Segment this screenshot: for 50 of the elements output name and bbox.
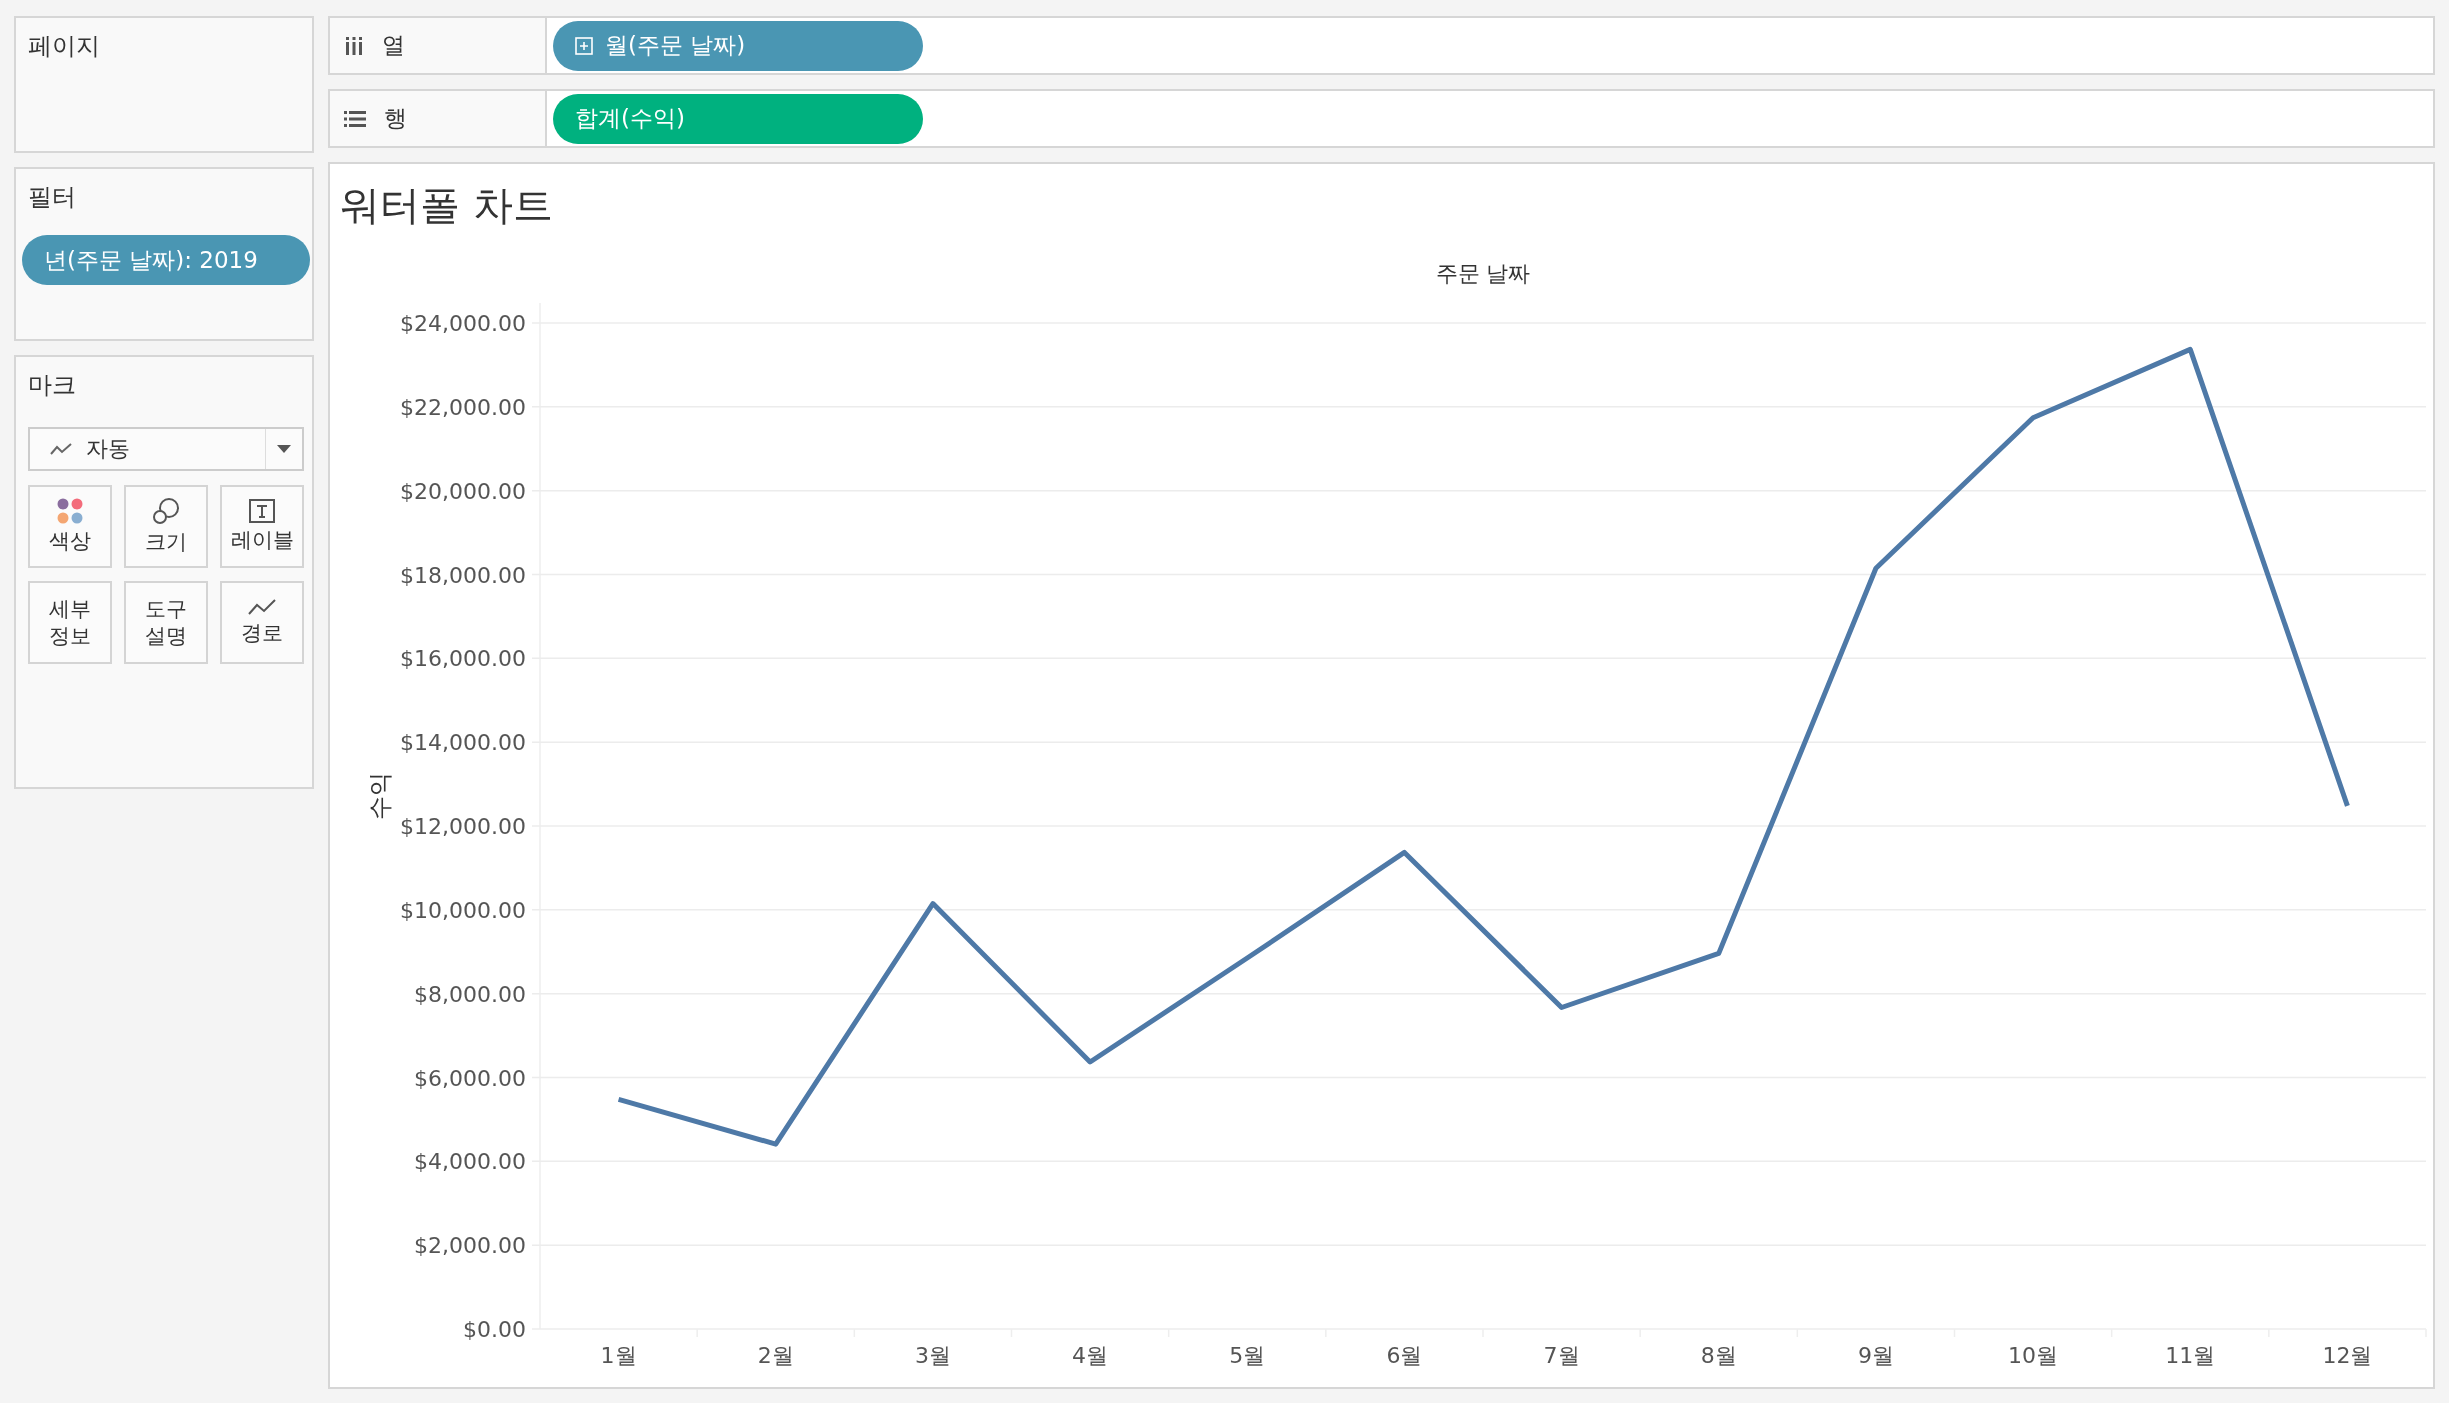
shelf-label: 행 <box>384 104 407 133</box>
panel-title: 페이지 <box>28 31 100 62</box>
x-axis-label: 4월 <box>1072 1343 1109 1368</box>
expand-icon[interactable] <box>575 36 593 55</box>
x-axis-title: 주문 날짜 <box>1435 261 1531 286</box>
x-axis-label: 10월 <box>2008 1343 2059 1368</box>
panel-title: 필터 <box>28 182 76 213</box>
x-axis-label: 1월 <box>600 1343 637 1368</box>
y-axis-label: $4,000.00 <box>414 1149 526 1175</box>
rows-icon <box>344 109 366 128</box>
mark-type-dropdown[interactable]: 자동 <box>28 427 304 471</box>
x-axis-label: 2월 <box>757 1343 794 1368</box>
caret-icon <box>277 445 291 453</box>
x-axis-label: 12월 <box>2322 1343 2373 1368</box>
mark-type-value: 자동 <box>86 435 130 463</box>
circles-icon <box>152 497 180 526</box>
mark-property-button[interactable]: 크기 <box>124 485 208 568</box>
y-axis-label: $10,000.00 <box>400 897 526 923</box>
x-axis-label: 6월 <box>1386 1343 1423 1368</box>
text-box-icon <box>249 499 275 524</box>
x-axis-label: 5월 <box>1229 1343 1266 1368</box>
mark-property-button[interactable]: 도구 설명 <box>124 581 208 664</box>
x-axis-label: 8월 <box>1700 1343 1737 1368</box>
color-dots-icon <box>57 498 83 525</box>
y-axis-label: $6,000.00 <box>414 1065 526 1091</box>
line-icon <box>50 442 72 456</box>
y-axis-label: $2,000.00 <box>414 1233 526 1259</box>
x-axis-label: 9월 <box>1857 1343 1894 1368</box>
y-axis-title: 수익 <box>366 772 394 820</box>
mark-property-button[interactable]: 세부 정보 <box>28 581 112 664</box>
mark-property-button[interactable]: 색상 <box>28 485 112 568</box>
panel-title: 마크 <box>28 370 76 401</box>
mark-property-button[interactable]: 경로 <box>220 581 304 664</box>
y-axis-label: $12,000.00 <box>400 814 526 839</box>
line-path-icon <box>248 598 276 617</box>
y-axis-label: $8,000.00 <box>414 981 526 1007</box>
shelf-label: 열 <box>382 31 405 60</box>
x-axis-label: 11월 <box>2165 1343 2216 1368</box>
y-axis-label: $0.00 <box>463 1317 526 1342</box>
mark-property-button[interactable]: 레이블 <box>220 485 304 568</box>
y-axis-label: $22,000.00 <box>400 394 526 420</box>
y-axis-label: $24,000.00 <box>400 311 526 336</box>
y-axis-label: $16,000.00 <box>400 646 526 672</box>
y-axis-label: $18,000.00 <box>400 562 526 588</box>
sheet-title: 워터폴 차트 <box>340 181 553 230</box>
y-axis-label: $20,000.00 <box>400 478 526 504</box>
x-axis-label: 3월 <box>914 1343 951 1368</box>
x-axis-label: 7월 <box>1543 1343 1580 1368</box>
y-axis-label: $14,000.00 <box>400 730 526 756</box>
columns-icon <box>344 35 364 56</box>
